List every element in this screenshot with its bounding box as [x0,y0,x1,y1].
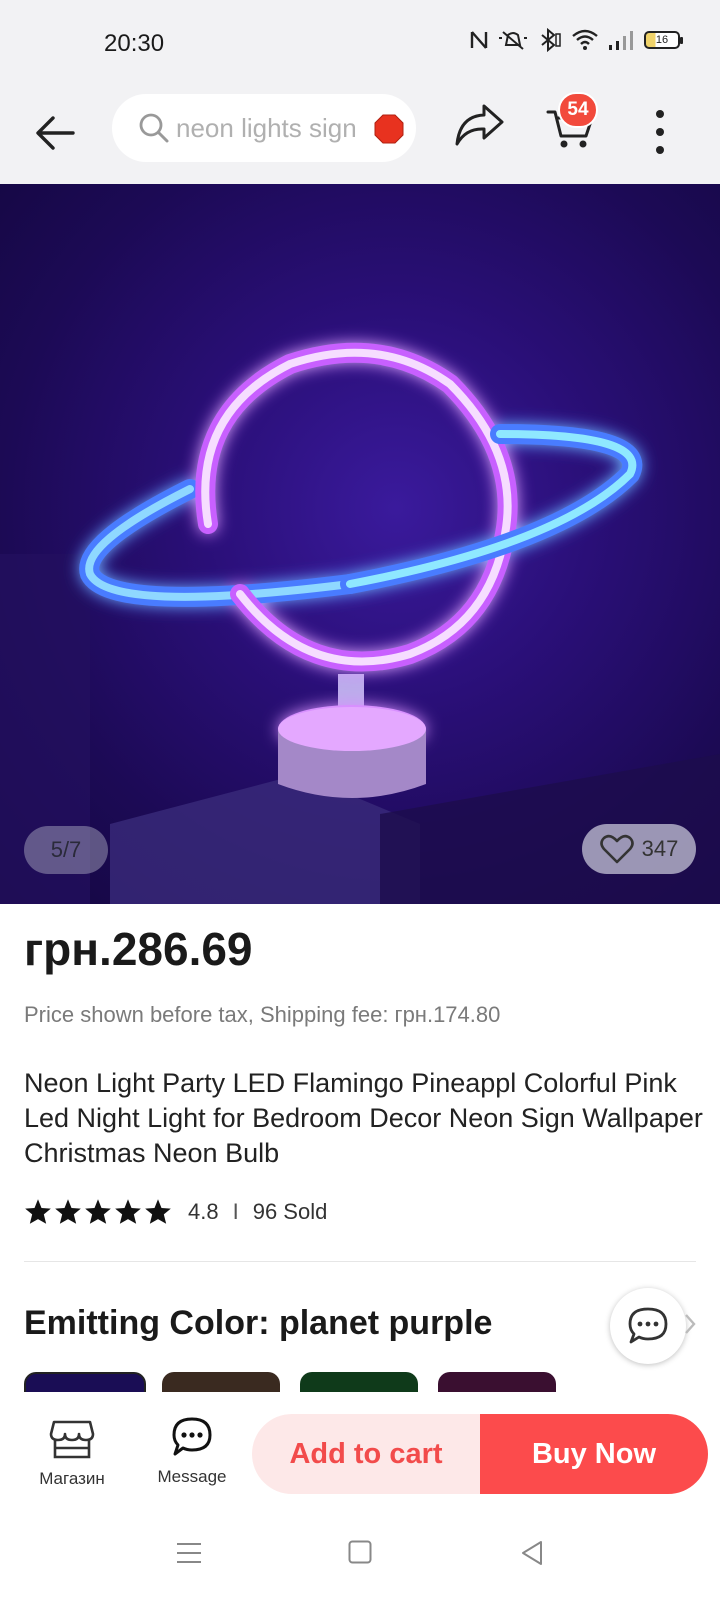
top-nav: neon lights sign 54 [0,90,720,184]
section-divider [24,1261,696,1262]
share-icon [455,104,504,146]
rating-row[interactable]: 4.8 I 96 Sold [24,1198,327,1225]
add-to-cart-button[interactable]: Add to cart [252,1414,480,1494]
likes-count: 347 [641,836,679,861]
store-label: Магазин [39,1469,105,1488]
heart-icon [599,834,634,864]
message-button[interactable]: Message [150,1416,234,1487]
battery-level: 16 [655,34,669,46]
star-icon [145,1199,171,1224]
share-button[interactable] [454,102,514,156]
message-label: Message [157,1467,227,1486]
nfc-icon [470,31,488,49]
store-icon [49,1420,95,1459]
battery-icon: 16 [644,31,683,49]
status-bar: 20:30 16 [0,0,720,90]
sold-count: 96 Sold [252,1198,328,1224]
cart-count-badge: 54 [558,92,598,128]
system-back-icon[interactable] [520,1540,544,1566]
wifi-icon [572,29,598,50]
stop-icon [374,114,404,144]
chat-bubble-icon [628,1307,668,1344]
star-icon [115,1199,141,1224]
mute-icon [499,31,527,50]
product-price: грн.286.69 [24,923,253,975]
search-query-text: neon lights sign [176,112,357,143]
product-image[interactable] [0,184,720,904]
emitting-color-label: Emitting Color: planet purple [24,1304,493,1342]
swatch-option-3[interactable] [300,1372,418,1392]
bottom-action-bar: Магазин Message Add to cart Buy Now [0,1392,720,1512]
back-button[interactable] [30,108,80,158]
status-time: 20:30 [104,30,165,57]
chevron-right-icon[interactable] [684,1313,696,1335]
swatch-planet-purple[interactable] [24,1372,146,1392]
search-icon [139,113,169,143]
store-button[interactable]: Магазин [30,1418,114,1489]
home-icon[interactable] [348,1540,372,1564]
star-icon [25,1199,51,1224]
tax-shipping-note: Price shown before tax, Shipping fee: гр… [24,1002,501,1027]
back-arrow-icon [36,116,75,150]
message-icon [172,1417,212,1456]
chat-float-button[interactable] [610,1288,686,1364]
search-input[interactable]: neon lights sign [112,94,416,162]
swatch-option-4[interactable] [438,1372,556,1392]
status-icons: 16 [470,28,683,52]
rating-value: 4.8 [188,1198,219,1224]
star-icon [85,1199,111,1224]
bluetooth-icon [541,28,561,52]
system-navigation-bar [0,1512,720,1600]
buy-now-button[interactable]: Buy Now [480,1414,708,1494]
swatch-option-2[interactable] [162,1372,280,1392]
star-icon [55,1199,81,1224]
menu-icon[interactable] [176,1540,202,1566]
rating-separator: I [232,1198,239,1224]
wishlist-button[interactable]: 347 [582,824,696,874]
color-swatches [24,1372,584,1392]
rating-stars [24,1198,172,1225]
signal-icon [609,31,633,50]
more-options-button[interactable] [648,106,672,158]
image-pager: 5/7 [24,826,108,874]
product-title: Neon Light Party LED Flamingo Pineappl C… [24,1068,703,1168]
more-vertical-icon [656,110,664,154]
neon-planet-image [0,342,720,904]
